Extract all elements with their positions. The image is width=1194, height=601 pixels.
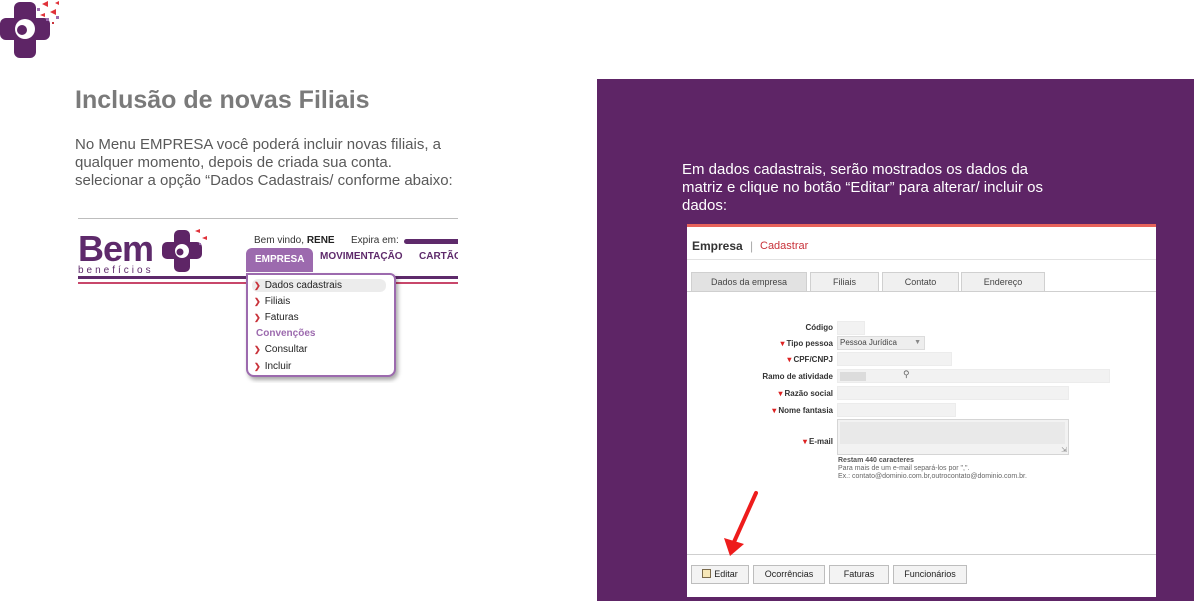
chevron-right-icon: ❯ [254, 297, 261, 306]
razao-social-field[interactable] [837, 386, 1069, 400]
slide-body-line: selecionar a opção “Dados Cadastrais/ co… [75, 172, 453, 189]
hint-line: Para mais de um e-mail separá-los por ",… [838, 465, 970, 472]
nome-fantasia-field[interactable] [837, 403, 956, 417]
required-marker: ▾ [802, 437, 807, 446]
chevron-right-icon: ❯ [254, 313, 261, 322]
expira-progress [404, 239, 458, 244]
slide-body-line: qualquer momento, depois de criada sua c… [75, 154, 392, 171]
email-label-text: E-mail [808, 437, 833, 446]
divider [687, 291, 1156, 292]
email-hint: Restam 440 caracteres Para mais de um e-… [838, 457, 1027, 481]
menu-group-convencoes: Convenções [256, 328, 316, 339]
divider [687, 259, 1156, 260]
tipo-pessoa-label-text: Tipo pessoa [786, 339, 833, 348]
tab-filiais[interactable]: Filiais [810, 272, 879, 292]
chars-remaining: Restam 440 caracteres [838, 457, 914, 464]
bem-logo-icon [162, 229, 207, 272]
chevron-right-icon: ❯ [254, 362, 261, 371]
tab-endereco[interactable]: Endereço [961, 272, 1045, 292]
cpf-cnpj-label-text: CPF/CNPJ [793, 355, 833, 364]
bem-logo-subtitle: benefícios [78, 265, 154, 276]
nav-tab-empresa[interactable]: EMPRESA [246, 248, 314, 272]
purple-panel: Em dados cadastrais, serão mostrados os … [597, 79, 1194, 601]
tipo-pessoa-select[interactable]: Pessoa Jurídica ▼ [837, 336, 925, 350]
hint-line: Ex.: contato@dominio.com.br,outrocontato… [838, 473, 1027, 480]
editar-label: Editar [714, 569, 738, 579]
ramo-label: Ramo de atividade [762, 372, 833, 381]
panel-text-line: matriz e clique no botão “Editar” para a… [682, 179, 1043, 196]
bem-logo-text: Bem [78, 228, 154, 269]
ramo-field[interactable] [837, 369, 1110, 383]
required-marker: ▾ [778, 389, 783, 398]
menu-item-label: Filiais [264, 296, 291, 307]
ramo-code-box [840, 372, 866, 381]
nav-tab-movimentacao[interactable]: MOVIMENTAÇÃO [320, 251, 403, 262]
email-textarea-content [840, 422, 1065, 444]
required-marker: ▾ [787, 355, 792, 364]
welcome-prefix: Bem vindo, [254, 235, 305, 246]
cpf-cnpj-label: ▾ CPF/CNPJ [733, 355, 833, 364]
tab-dados-da-empresa[interactable]: Dados da empresa [691, 272, 807, 292]
faturas-button[interactable]: Faturas [829, 565, 889, 584]
slide-body: No Menu EMPRESA você poderá incluir nova… [75, 136, 475, 190]
slide-title: Inclusão de novas Filiais [75, 86, 370, 114]
menu-item-label: Faturas [264, 312, 299, 323]
welcome-user: RENE [306, 235, 335, 246]
chevron-down-icon: ▼ [914, 339, 921, 346]
form-header-separator: | [750, 239, 754, 253]
required-marker: ▾ [780, 339, 785, 348]
chevron-right-icon: ❯ [254, 281, 261, 290]
menu-item-filiais[interactable]: ❯ Filiais [254, 296, 290, 307]
menu-item-incluir[interactable]: ❯ Incluir [254, 361, 291, 372]
email-textarea[interactable]: ⇲ [837, 419, 1069, 455]
menu-item-consultar[interactable]: ❯ Consultar [254, 344, 308, 355]
slide-body-line: No Menu EMPRESA você poderá incluir nova… [75, 136, 442, 153]
nome-fantasia-label-text: Nome fantasia [778, 406, 833, 415]
empresa-dropdown: ❯ Dados cadastrais ❯ Filiais ❯ Faturas Conv… [246, 273, 396, 377]
brand-logo-icon [0, 1, 59, 58]
menu-item-label: Dados cadastrais [264, 280, 342, 291]
codigo-field[interactable] [837, 321, 865, 335]
email-label: ▾ E-mail [733, 437, 833, 446]
ocorrencias-button[interactable]: Ocorrências [753, 565, 825, 584]
nav-tab-cartao[interactable]: CARTÃO [419, 251, 458, 262]
header-accent-bar [687, 224, 1156, 227]
nome-fantasia-label: ▾ Nome fantasia [733, 406, 833, 415]
funcionarios-button[interactable]: Funcionários [893, 565, 967, 584]
form-header-title: Empresa [692, 239, 743, 253]
editar-button[interactable]: Editar [691, 565, 749, 584]
menu-item-label: Consultar [264, 344, 308, 355]
chevron-right-icon: ❯ [254, 345, 261, 354]
form-header-subtitle: Cadastrar [760, 240, 809, 252]
menu-item-faturas[interactable]: ❯ Faturas [254, 312, 299, 323]
tipo-pessoa-label: ▾ Tipo pessoa [733, 339, 833, 348]
codigo-label: Código [805, 323, 833, 332]
tab-contato[interactable]: Contato [882, 272, 959, 292]
razao-label: ▾ Razão social [733, 389, 833, 398]
divider [78, 218, 458, 219]
welcome-text: Bem vindo, RENE [254, 235, 335, 246]
menu-item-dados-cadastrais[interactable]: ❯ Dados cadastrais [252, 279, 386, 292]
cpf-cnpj-field[interactable] [837, 352, 952, 366]
panel-text-line: dados: [682, 197, 728, 214]
arrow-annotation-icon [724, 491, 758, 556]
required-marker: ▾ [772, 406, 777, 415]
edit-icon [702, 569, 712, 578]
resize-handle-icon[interactable]: ⇲ [1061, 446, 1067, 454]
panel-text-line: Em dados cadastrais, serão mostrados os … [682, 161, 1029, 178]
menu-screenshot: Bem benefícios Bem vindo, RENE Expira em… [78, 218, 458, 383]
panel-instructions: Em dados cadastrais, serão mostrados os … [682, 161, 1082, 215]
tipo-pessoa-value: Pessoa Jurídica [840, 338, 897, 347]
expira-label: Expira em: [351, 235, 399, 246]
search-icon[interactable]: ⚲ [903, 369, 910, 380]
razao-label-text: Razão social [784, 389, 833, 398]
menu-item-label: Incluir [264, 361, 292, 372]
